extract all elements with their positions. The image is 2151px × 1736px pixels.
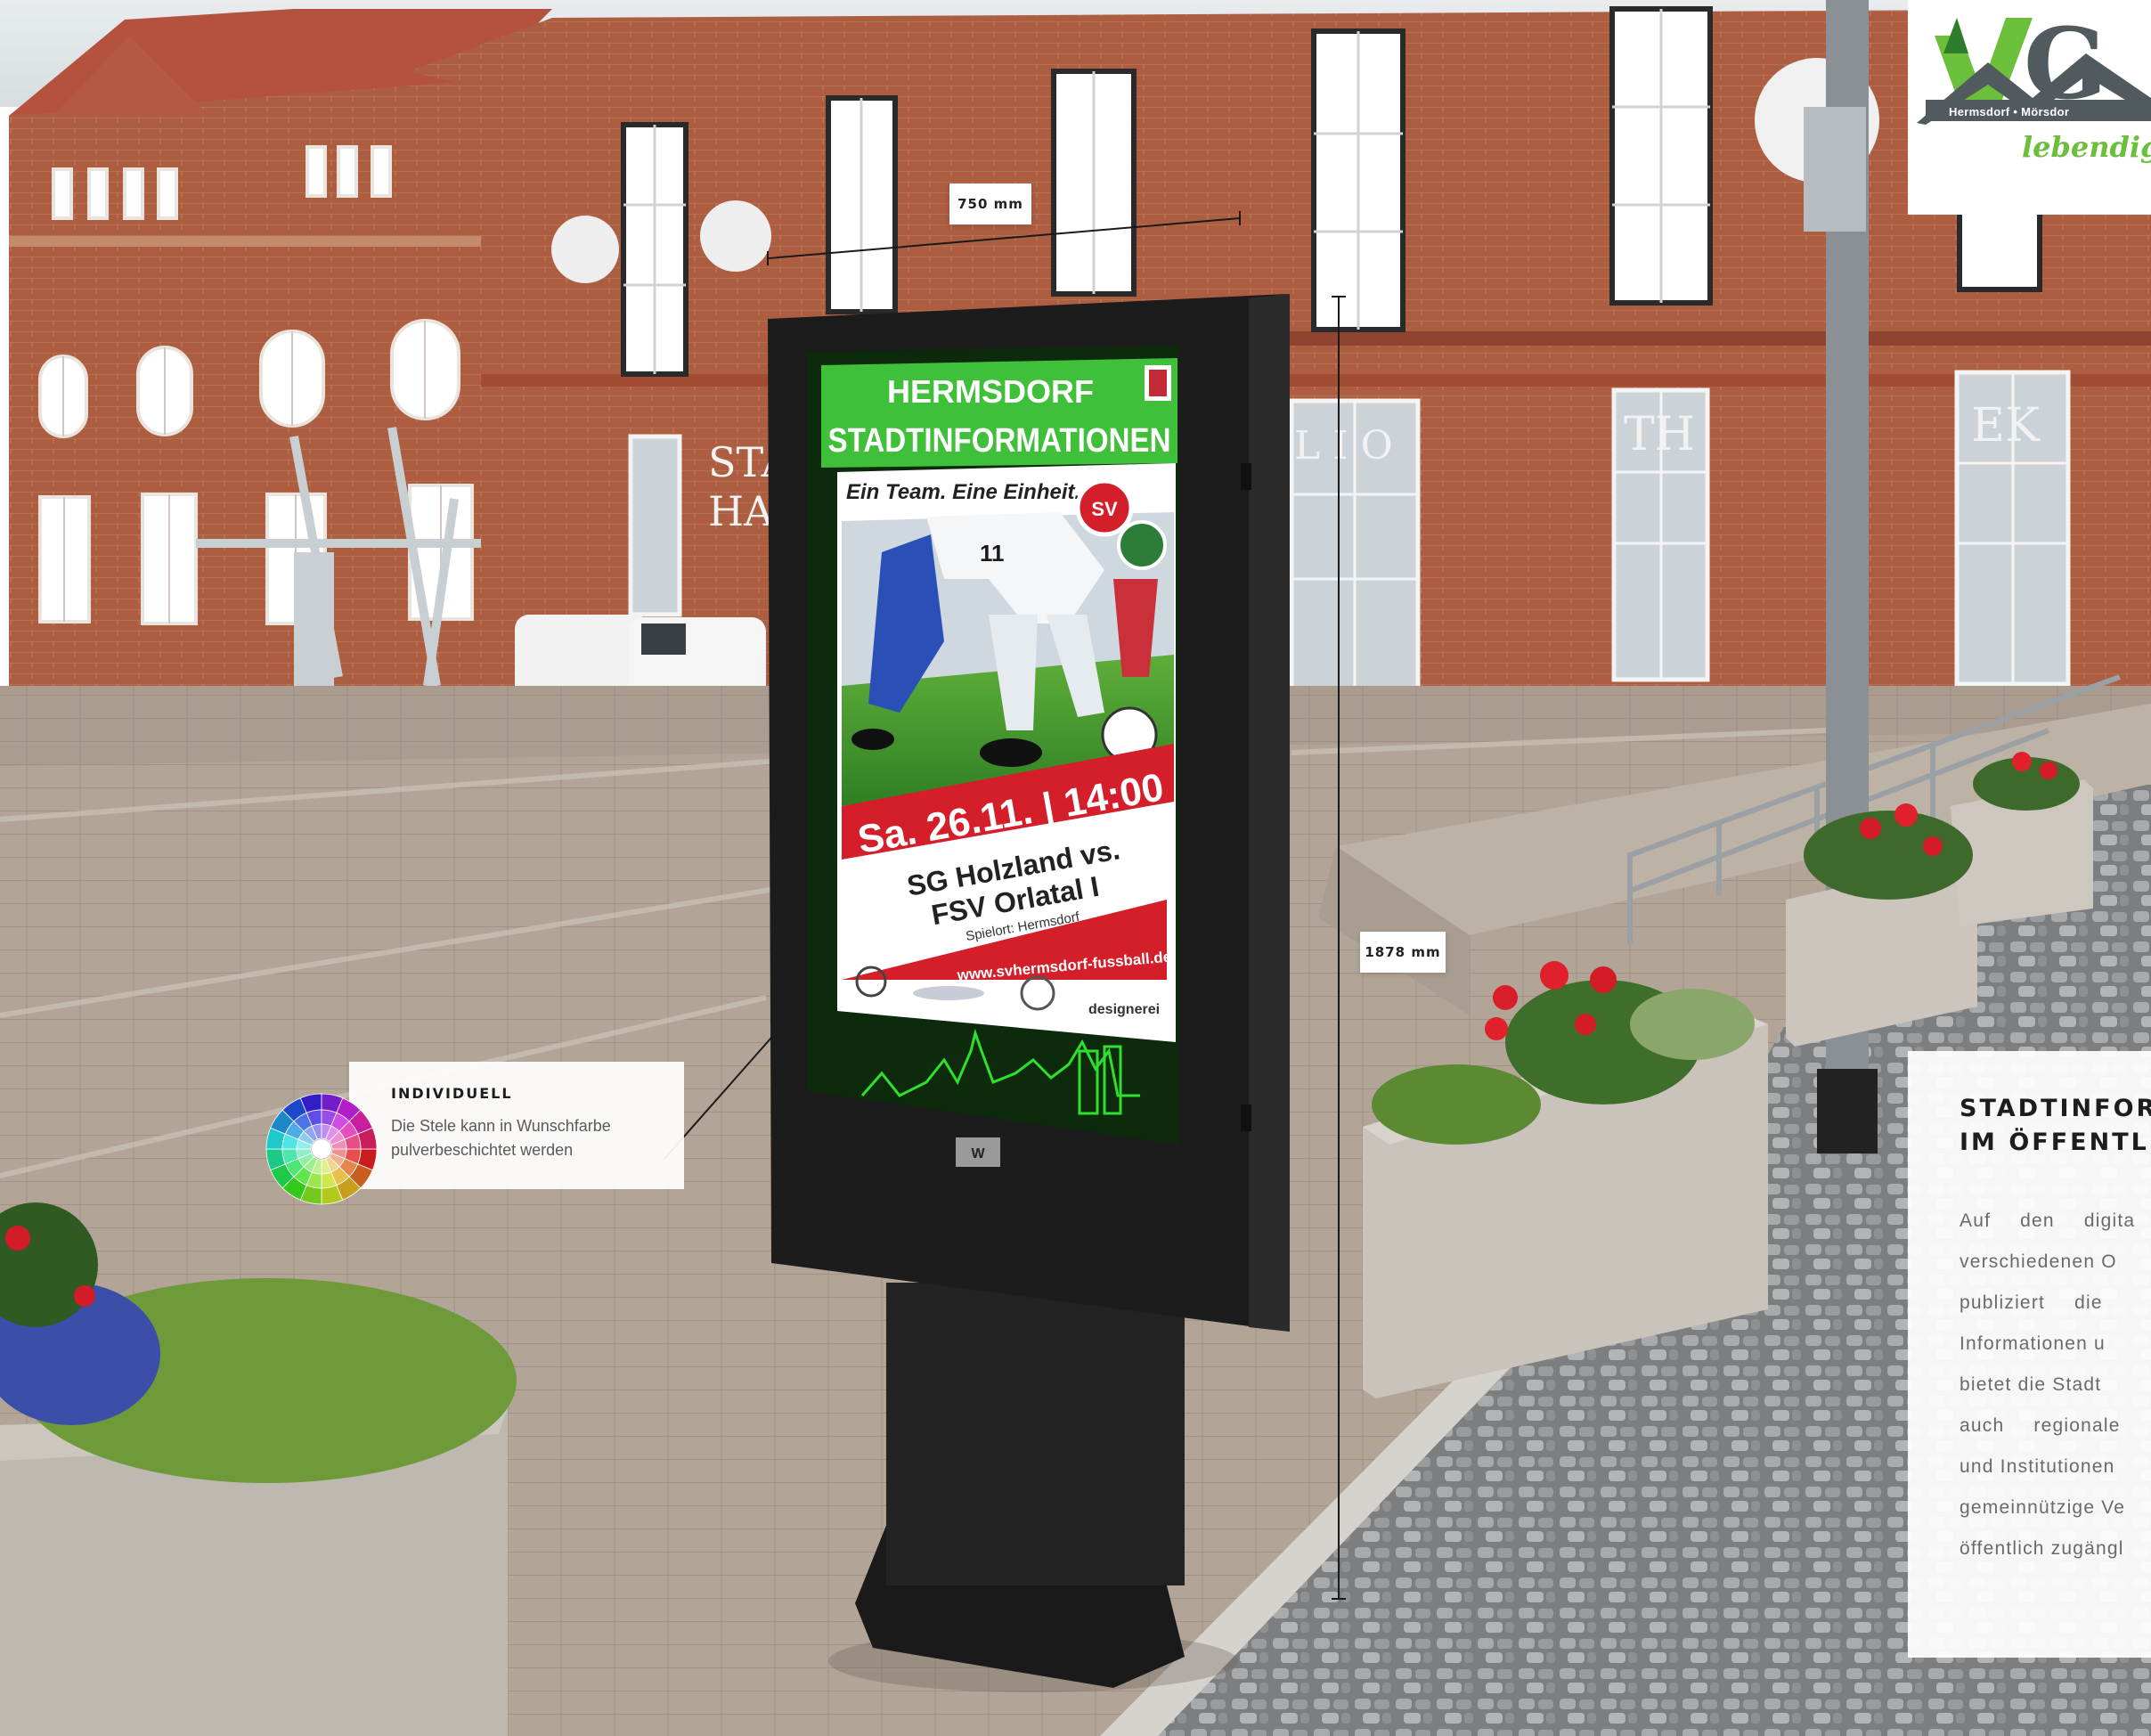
svg-text:11: 11 [980,540,1005,566]
street-scene: STAD HAU L I O TH EK HERMSDORF STADTINFO… [0,0,2151,1736]
color-wheel-center [312,1139,331,1159]
sign-lio: L I O [1294,423,1393,469]
info-body-line: öffentlich zugängl [1960,1538,2124,1559]
logo-slogan: lebendig · [2022,130,2151,164]
poster-slogan: Ein Team. Eine Einheit. [846,480,1080,504]
info-body-line: bietet die Stadt [1960,1374,2102,1395]
info-body-line: publiziert die [1960,1292,2103,1313]
svg-text:W: W [971,1146,985,1161]
screen-header-line1: HERMSDORF [887,373,1094,410]
info-title-line: STADTINFORMA [1960,1095,2151,1122]
sign-ek: EK [1971,399,2041,452]
poster-sponsor-designerei: designerei [1088,1002,1160,1017]
info-panel-title: STADTINFORMA IM ÖFFENTLICH [1960,1092,2151,1160]
info-body-line: auch regionale [1960,1415,2121,1436]
color-wheel-icon [265,1093,378,1205]
info-body-line: verschiedenen O [1960,1251,2117,1272]
callout-line: pulverbeschichtet werden [391,1141,574,1159]
sign-th: TH [1624,408,1695,461]
info-body-line: und Institutionen [1960,1456,2115,1477]
customization-callout: INDIVIDUELL Die Stele kann in Wunschfarb… [349,1062,684,1189]
sponsor-logo [913,986,984,1000]
info-body-line: gemeinnützige Ve [1960,1497,2126,1518]
callout-line: Die Stele kann in Wunschfarbe [391,1117,611,1135]
svg-text:SV: SV [1091,498,1118,520]
vg-logo: G Hermsdorf • Mörsdor lebendig · [1908,0,2151,215]
callout-text: Die Stele kann in Wunschfarbe pulverbesc… [391,1114,668,1162]
partner-badge-icon [1117,520,1167,570]
logo-places: Hermsdorf • Mörsdor [1949,105,2070,118]
info-title-line: IM ÖFFENTLICH [1960,1129,2151,1156]
width-dimension-label: 750 mm [949,183,1031,224]
callout-title: INDIVIDUELL [391,1085,513,1102]
info-body-line: Auf den digita [1960,1210,2136,1231]
height-dimension-label: 1878 mm [1360,932,1446,973]
screen-header-line2: STADTINFORMATIONEN [828,422,1171,460]
info-panel: STADTINFORMA IM ÖFFENTLICH Auf den digit… [1908,1051,2151,1658]
info-body-line: Informationen u [1960,1333,2106,1354]
